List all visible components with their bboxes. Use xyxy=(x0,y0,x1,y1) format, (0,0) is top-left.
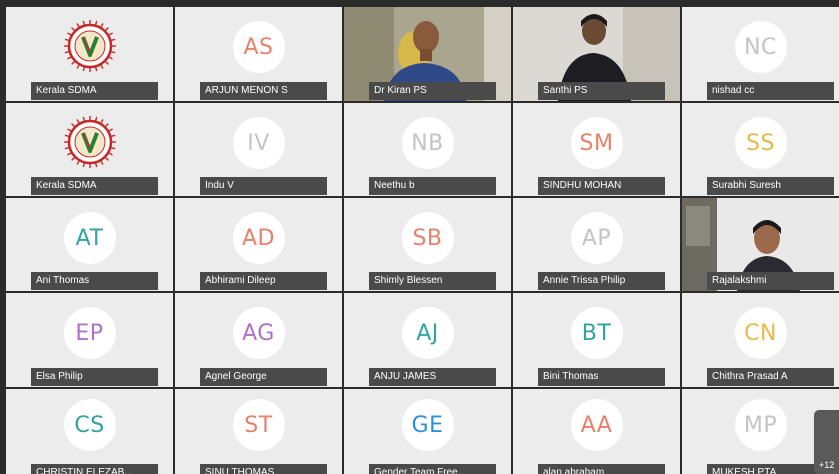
participant-name-label: Rajalakshmi xyxy=(707,272,834,290)
kerala-sdma-logo xyxy=(63,115,117,169)
participant-tile[interactable]: NB Neethu b xyxy=(344,103,511,196)
participant-name-label: CHRISTIN ELEZAB... xyxy=(31,464,158,474)
participant-grid: Kerala SDMA AS ARJUN MENON S Dr Kiran PS S… xyxy=(0,0,839,474)
participant-name-label: Dr Kiran PS xyxy=(369,82,496,100)
participant-name-label: Abhirami Dileep xyxy=(200,272,327,290)
participant-avatar: SB xyxy=(401,212,454,264)
more-participants-button[interactable]: +12 xyxy=(814,410,839,474)
participant-avatar: SS xyxy=(734,117,787,169)
participant-avatar: CS xyxy=(63,399,116,451)
participant-tile[interactable]: NC nishad cc xyxy=(682,7,839,101)
participant-name-label: Shimly Blessen xyxy=(369,272,496,290)
participant-tile[interactable]: AA alan abraham xyxy=(513,389,680,474)
participant-tile[interactable]: SS Surabhi Suresh xyxy=(682,103,839,196)
participant-tile[interactable]: AS ARJUN MENON S xyxy=(175,7,342,101)
participant-name-label: SINDHU MOHAN xyxy=(538,177,665,195)
participant-name-label: Ani Thomas xyxy=(31,272,158,290)
participant-avatar: BT xyxy=(570,307,623,359)
participant-tile[interactable]: Santhi PS xyxy=(513,7,680,101)
participant-tile[interactable]: Rajalakshmi xyxy=(682,198,839,291)
participant-name-label: Agnel George xyxy=(200,368,327,386)
participant-avatar: AS xyxy=(232,21,285,73)
participant-name-label: Surabhi Suresh xyxy=(707,177,834,195)
participant-name-label: Kerala SDMA xyxy=(31,82,158,100)
participant-name-label: Gender Team Free... xyxy=(369,464,496,474)
participant-name-label: SINU THOMAS xyxy=(200,464,327,474)
participant-name-label: Chithra Prasad A xyxy=(707,368,834,386)
participant-name-label: nishad cc xyxy=(707,82,834,100)
participant-name-label: ARJUN MENON S xyxy=(200,82,327,100)
participant-avatar: AA xyxy=(570,399,623,451)
participant-avatar: ST xyxy=(232,399,285,451)
participant-tile[interactable]: IV Indu V xyxy=(175,103,342,196)
participant-avatar: IV xyxy=(232,117,285,169)
participant-tile[interactable]: SM SINDHU MOHAN xyxy=(513,103,680,196)
participant-avatar: SM xyxy=(570,117,623,169)
participant-avatar: NB xyxy=(401,117,454,169)
participant-name-label: Indu V xyxy=(200,177,327,195)
participant-avatar: AD xyxy=(232,212,285,264)
participant-tile[interactable]: EP Elsa Philip xyxy=(6,293,173,387)
kerala-sdma-logo xyxy=(63,19,117,73)
participant-tile[interactable]: ST SINU THOMAS xyxy=(175,389,342,474)
participant-avatar: AT xyxy=(63,212,116,264)
participant-name-label: ANJU JAMES xyxy=(369,368,496,386)
participant-name-label: Santhi PS xyxy=(538,82,665,100)
more-participants-count: +12 xyxy=(819,460,835,470)
participant-name-label: Neethu b xyxy=(369,177,496,195)
participant-avatar: AG xyxy=(232,307,285,359)
participant-avatar: AJ xyxy=(401,307,454,359)
participant-tile[interactable]: SB Shimly Blessen xyxy=(344,198,511,291)
participant-tile[interactable]: AP Annie Trissa Philip xyxy=(513,198,680,291)
participant-name-label: alan abraham xyxy=(538,464,665,474)
participant-tile[interactable]: Kerala SDMA xyxy=(6,7,173,101)
participant-tile[interactable]: GE Gender Team Free... xyxy=(344,389,511,474)
participant-tile[interactable]: CS CHRISTIN ELEZAB... xyxy=(6,389,173,474)
participant-avatar: NC xyxy=(734,21,787,73)
participant-tile[interactable]: AT Ani Thomas xyxy=(6,198,173,291)
participant-name-label: Elsa Philip xyxy=(31,368,158,386)
participant-avatar: CN xyxy=(734,307,787,359)
participant-tile[interactable]: AJ ANJU JAMES xyxy=(344,293,511,387)
participant-tile[interactable]: CN Chithra Prasad A xyxy=(682,293,839,387)
participant-name-label: Annie Trissa Philip xyxy=(538,272,665,290)
participant-avatar: AP xyxy=(570,212,623,264)
participant-name-label: Bini Thomas xyxy=(538,368,665,386)
participant-avatar: MP xyxy=(734,399,787,451)
participant-name-label: Kerala SDMA xyxy=(31,177,158,195)
participant-tile[interactable]: AD Abhirami Dileep xyxy=(175,198,342,291)
participant-avatar: EP xyxy=(63,307,116,359)
participant-tile[interactable]: BT Bini Thomas xyxy=(513,293,680,387)
participant-tile[interactable]: Dr Kiran PS xyxy=(344,7,511,101)
participant-tile[interactable]: AG Agnel George xyxy=(175,293,342,387)
participant-tile[interactable]: Kerala SDMA xyxy=(6,103,173,196)
participant-avatar: GE xyxy=(401,399,454,451)
